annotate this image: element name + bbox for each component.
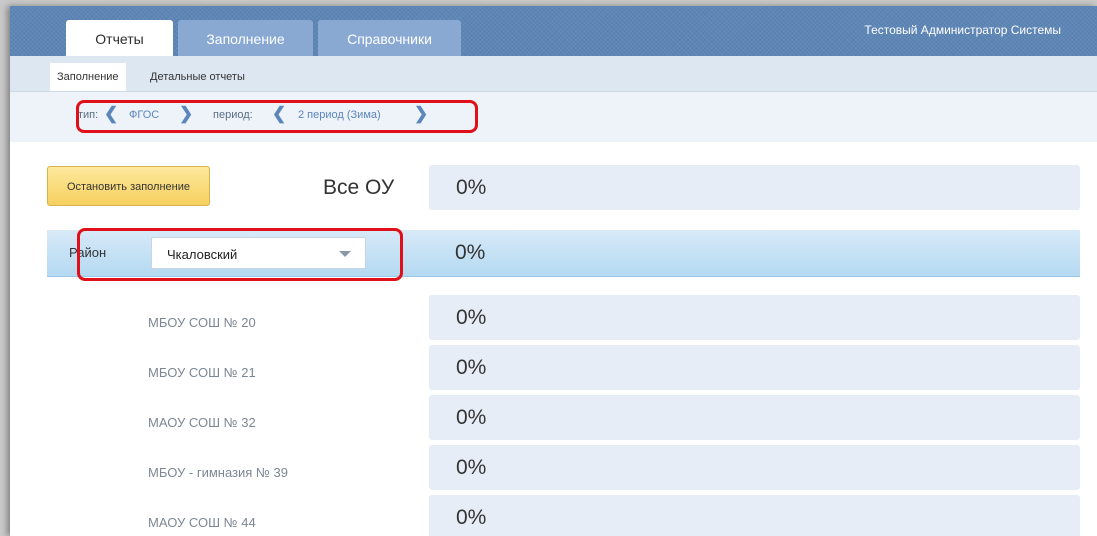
school-percent: 0% [456, 406, 487, 429]
user-name[interactable]: Тестовый Администратор Системы [864, 23, 1061, 37]
all-schools-percent: 0% [456, 176, 487, 199]
tab-filling[interactable]: Заполнение [178, 20, 313, 56]
school-name: МБОУ СОШ № 20 [148, 315, 256, 330]
school-percent: 0% [456, 456, 487, 479]
highlight-box-filter [76, 100, 478, 133]
school-progress: 0% [429, 295, 1080, 340]
school-name: МБОУ СОШ № 21 [148, 365, 256, 380]
subtab-detailed-reports[interactable]: Детальные отчеты [143, 63, 252, 91]
all-schools-progress: 0% [429, 165, 1080, 210]
school-percent: 0% [456, 306, 487, 329]
school-percent: 0% [456, 506, 487, 529]
tab-directories[interactable]: Справочники [318, 20, 461, 56]
school-name: МАОУ СОШ № 32 [148, 415, 256, 430]
district-percent: 0% [455, 241, 486, 264]
top-header: Отчеты Заполнение Справочники Тестовый А… [10, 6, 1097, 56]
sub-navigation: Заполнение Детальные отчеты [10, 56, 1097, 92]
all-schools-label: Все ОУ [323, 176, 395, 199]
school-name: МАОУ СОШ № 44 [148, 515, 256, 530]
stop-filling-button[interactable]: Остановить заполнение [47, 166, 210, 206]
school-percent: 0% [456, 356, 487, 379]
tab-reports[interactable]: Отчеты [66, 20, 173, 56]
school-name: МБОУ - гимназия № 39 [148, 465, 288, 480]
subtab-filling[interactable]: Заполнение [50, 63, 126, 91]
app-window: Отчеты Заполнение Справочники Тестовый А… [10, 6, 1097, 536]
highlight-box-district [77, 228, 403, 281]
school-progress: 0% [429, 395, 1080, 440]
school-progress: 0% [429, 445, 1080, 490]
school-progress: 0% [429, 345, 1080, 390]
school-progress: 0% [429, 495, 1080, 536]
